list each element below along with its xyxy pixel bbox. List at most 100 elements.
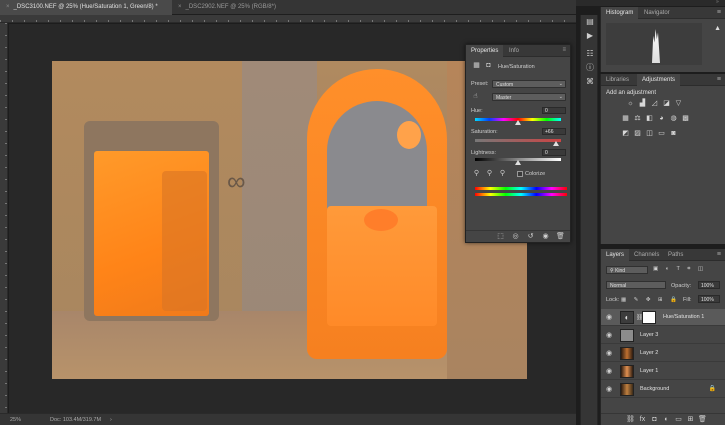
panel-menu-icon[interactable]: ≡ <box>717 76 721 83</box>
tab-navigator[interactable]: Navigator <box>639 7 675 19</box>
hue-value-field[interactable]: 0 <box>542 107 566 114</box>
layer-name[interactable]: Hue/Saturation 1 <box>663 314 704 320</box>
layer-mask-thumbnail[interactable] <box>642 311 656 324</box>
tab-adjustments[interactable]: Adjustments <box>637 74 681 86</box>
eye-icon[interactable]: ◉ <box>606 349 612 357</box>
vibrance-icon[interactable]: ▽ <box>674 100 683 108</box>
lock-icon[interactable]: 🔒 <box>709 385 716 392</box>
brightness-icon[interactable]: ☼ <box>626 100 635 108</box>
collapse-icon[interactable]: » <box>716 0 719 5</box>
chevron-down-icon: ⌄ <box>558 81 563 87</box>
tab-libraries[interactable]: Libraries <box>601 74 634 86</box>
lightness-slider-thumb[interactable] <box>515 160 521 165</box>
layer-name[interactable]: Layer 3 <box>640 332 658 338</box>
layer-row[interactable]: ◉ Layer 3 <box>601 327 725 344</box>
levels-icon[interactable]: ▟ <box>638 100 647 108</box>
play-icon[interactable]: ▶ <box>585 31 595 41</box>
eye-icon[interactable]: ◉ <box>606 367 612 375</box>
folder-icon[interactable]: ▭ <box>674 416 683 424</box>
threshold-icon[interactable]: ◫ <box>645 130 654 138</box>
fx-icon[interactable]: fx <box>638 416 647 424</box>
ruler-vertical[interactable] <box>0 23 8 413</box>
clip-icon[interactable]: ⬚ <box>496 233 505 241</box>
layer-row[interactable]: ◉ Layer 1 <box>601 363 725 380</box>
color-balance-icon[interactable]: ⚖ <box>633 115 642 123</box>
eyedropper-icon[interactable]: ⚲ <box>472 170 481 178</box>
eyedropper-plus-icon[interactable]: ⚲ <box>485 170 494 178</box>
lock-icons[interactable]: ▦ ✎ ✥ ⊞ 🔒 <box>621 297 680 303</box>
layer-filter-dropdown[interactable]: ⚲ Kind <box>606 266 648 274</box>
close-icon[interactable]: × <box>6 4 10 10</box>
exposure-icon[interactable]: ◪ <box>662 100 671 108</box>
tab-info[interactable]: Info <box>504 45 524 57</box>
invert-icon[interactable]: ◩ <box>621 130 630 138</box>
brush-icon[interactable]: ⌘ <box>585 77 595 87</box>
eyedropper-minus-icon[interactable]: ⚲ <box>498 170 507 178</box>
document-image[interactable]: ∞ <box>52 61 527 379</box>
curves-icon[interactable]: ◿ <box>650 100 659 108</box>
properties-icon[interactable]: ☷ <box>585 49 595 59</box>
preset-dropdown[interactable]: Custom ⌄ <box>492 80 566 88</box>
tab-channels[interactable]: Channels <box>629 249 664 261</box>
zoom-readout[interactable]: 25% <box>10 417 21 423</box>
bw-icon[interactable]: ◧ <box>645 115 654 123</box>
panel-menu-icon[interactable]: ≡ <box>717 9 721 16</box>
layer-name[interactable]: Layer 1 <box>640 368 658 374</box>
visibility-toggle-icon[interactable]: ◎ <box>511 233 520 241</box>
layer-row[interactable]: ◉ Layer 2 <box>601 345 725 362</box>
saturation-slider[interactable] <box>475 139 561 142</box>
new-layer-icon[interactable]: ⊞ <box>686 416 695 424</box>
trash-icon[interactable]: 🗑 <box>556 233 565 241</box>
properties-panel: Properties Info ≡ ▦ ◘ Hue/Saturation Pre… <box>465 44 571 243</box>
hand-icon[interactable]: ☝ <box>471 93 480 101</box>
hue-sat-icon[interactable]: ▦ <box>621 115 630 123</box>
document-tab-dsc2902[interactable]: × _DSC2902.NEF @ 25% (RGB/8*) <box>172 0 292 15</box>
lightness-value-field[interactable]: 0 <box>542 149 566 156</box>
info-icon[interactable]: ⓘ <box>585 63 595 73</box>
close-icon[interactable]: × <box>178 4 182 10</box>
fill-field[interactable]: 100% <box>698 295 720 303</box>
tab-properties[interactable]: Properties <box>466 45 504 57</box>
opacity-field[interactable]: 100% <box>698 281 720 289</box>
saturation-slider-thumb[interactable] <box>553 141 559 146</box>
eye-icon[interactable]: ◉ <box>606 313 612 321</box>
history-icon[interactable]: ▤ <box>585 17 595 27</box>
photo-filter-icon[interactable]: ◕ <box>657 115 666 123</box>
doc-size-readout[interactable]: Doc: 103.4M/319.7M <box>50 417 101 423</box>
tab-histogram[interactable]: Histogram <box>601 7 639 19</box>
reset-icon[interactable]: ↺ <box>526 233 535 241</box>
eye-icon[interactable]: ◉ <box>541 233 550 241</box>
link-icon[interactable]: ⛓ <box>626 416 635 424</box>
eye-icon[interactable]: ◉ <box>606 385 612 393</box>
tab-paths[interactable]: Paths <box>663 249 688 261</box>
layer-thumbnail <box>620 329 634 342</box>
panel-menu-icon[interactable]: ≡ <box>562 47 566 53</box>
posterize-icon[interactable]: ▨ <box>633 130 642 138</box>
layer-name[interactable]: Background <box>640 386 669 392</box>
saturation-value-field[interactable]: +66 <box>542 128 566 135</box>
lookup-icon[interactable]: ▩ <box>681 115 690 123</box>
channel-dropdown[interactable]: Master ⌄ <box>492 93 566 101</box>
blend-mode-dropdown[interactable]: Normal <box>606 281 666 289</box>
panel-menu-icon[interactable]: ≡ <box>717 251 721 258</box>
spectrum-bar-result <box>475 193 567 196</box>
channel-mixer-icon[interactable]: ◍ <box>669 115 678 123</box>
gradient-map-icon[interactable]: ▭ <box>657 130 666 138</box>
layer-row[interactable]: ◉ Background 🔒 <box>601 381 725 398</box>
mask-icon[interactable]: ◘ <box>484 62 493 70</box>
layer-name[interactable]: Layer 2 <box>640 350 658 356</box>
selective-color-icon[interactable]: ◙ <box>669 130 678 138</box>
mask-icon[interactable]: ◘ <box>650 416 659 424</box>
document-tab-dsc3100[interactable]: × _DSC3100.NEF @ 25% (Hue/Saturation 1, G… <box>0 0 172 15</box>
eye-icon[interactable]: ◉ <box>606 331 612 339</box>
hue-slider-thumb[interactable] <box>515 120 521 125</box>
ruler-horizontal[interactable] <box>0 15 576 23</box>
colorize-checkbox[interactable] <box>517 171 523 177</box>
layer-row[interactable]: ◉ ◐ ⛓ Hue/Saturation 1 <box>601 309 725 326</box>
filter-icons[interactable]: ▣ ◐ T ⌗ ◫ <box>653 266 706 273</box>
status-arrow-icon[interactable]: › <box>110 417 112 423</box>
adjustment-layer-icon[interactable]: ◐ <box>662 416 671 424</box>
trash-icon[interactable]: 🗑 <box>698 416 707 424</box>
warning-icon[interactable]: ▲ <box>714 25 721 32</box>
tab-layers[interactable]: Layers <box>601 249 630 261</box>
